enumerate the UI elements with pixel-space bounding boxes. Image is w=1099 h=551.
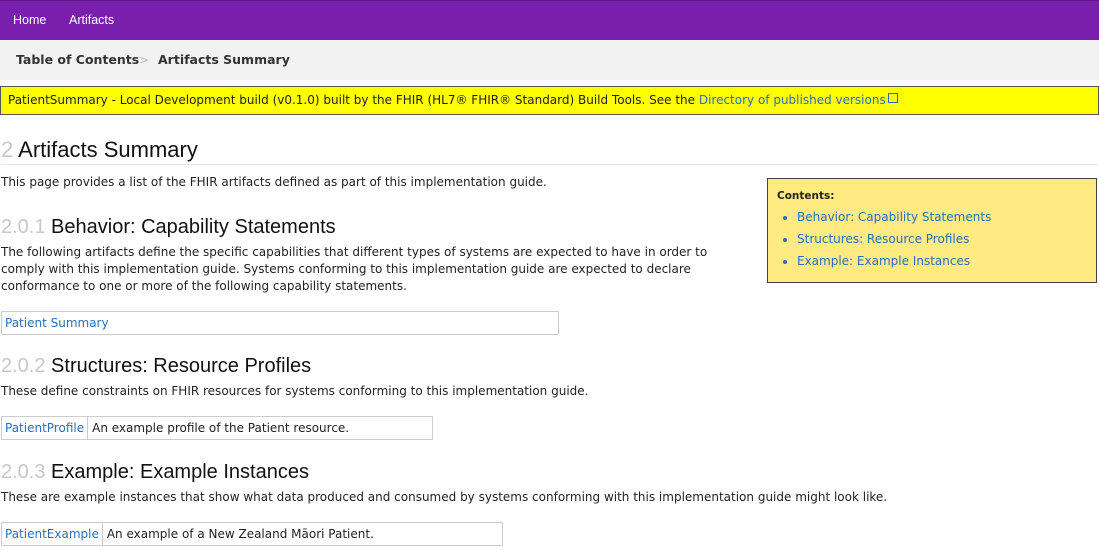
contents-box: Contents: Behavior: Capability Statement…: [767, 178, 1097, 283]
patient-example-link[interactable]: PatientExample: [5, 527, 99, 541]
patient-profile-link[interactable]: PatientProfile: [5, 421, 84, 435]
toc-link-examples[interactable]: Example: Example Instances: [797, 254, 970, 268]
section-title: Behavior: Capability Statements: [51, 216, 336, 238]
top-nav-bar: Home Artifacts: [0, 0, 1099, 40]
breadcrumb: Table of Contents > Artifacts Summary: [0, 40, 1099, 80]
table-cell-description: An example of a New Zealand Māori Patien…: [106, 527, 374, 541]
published-versions-link[interactable]: Directory of published versions: [699, 93, 886, 107]
contents-list: Behavior: Capability Statements Structur…: [780, 206, 991, 272]
capability-table: Patient Summary: [1, 311, 559, 335]
profiles-table: PatientProfile An example profile of the…: [1, 416, 433, 440]
section-heading-capability: 2.0.1 Behavior: Capability Statements: [1, 216, 336, 239]
patient-summary-link[interactable]: Patient Summary: [5, 316, 109, 330]
table-cell-name: PatientExample: [2, 523, 103, 545]
build-notice: PatientSummary - Local Development build…: [0, 86, 1099, 115]
page-title-text: Artifacts Summary: [18, 137, 198, 162]
list-item: Behavior: Capability Statements: [797, 206, 991, 228]
table-cell-description: An example profile of the Patient resour…: [92, 421, 350, 435]
toc-link-capability[interactable]: Behavior: Capability Statements: [797, 210, 991, 224]
table-row: Patient Summary: [2, 312, 112, 334]
section-heading-profiles: 2.0.2 Structures: Resource Profiles: [1, 355, 311, 378]
list-item: Example: Example Instances: [797, 250, 991, 272]
section-description: These are example instances that show wh…: [1, 490, 888, 504]
build-notice-text: PatientSummary - Local Development build…: [8, 93, 699, 107]
table-cell-name: PatientProfile: [2, 417, 89, 439]
section-number: 2.0.2: [1, 355, 46, 377]
toc-link-profiles[interactable]: Structures: Resource Profiles: [797, 232, 969, 246]
page-intro: This page provides a list of the FHIR ar…: [1, 175, 547, 189]
section-heading-examples: 2.0.3 Example: Example Instances: [1, 461, 309, 484]
section-title: Example: Example Instances: [51, 461, 309, 483]
external-link-icon: [887, 93, 898, 103]
section-description: The following artifacts define the speci…: [1, 245, 708, 293]
section-description: These define constraints on FHIR resourc…: [1, 384, 589, 398]
page-title: 2 Artifacts Summary: [1, 137, 1098, 165]
nav-artifacts-link[interactable]: Artifacts: [69, 13, 114, 27]
section-number: 2.0.1: [1, 216, 46, 238]
list-item: Structures: Resource Profiles: [797, 228, 991, 250]
breadcrumb-toc-link[interactable]: Table of Contents: [16, 52, 139, 67]
page-title-number: 2: [1, 137, 14, 162]
section-number: 2.0.3: [1, 461, 46, 483]
examples-table: PatientExample An example of a New Zeala…: [1, 522, 503, 546]
breadcrumb-separator: >: [139, 53, 150, 67]
section-title: Structures: Resource Profiles: [51, 355, 312, 377]
contents-title: Contents:: [777, 190, 835, 202]
nav-home-link[interactable]: Home: [13, 13, 46, 27]
breadcrumb-current: Artifacts Summary: [158, 52, 290, 67]
